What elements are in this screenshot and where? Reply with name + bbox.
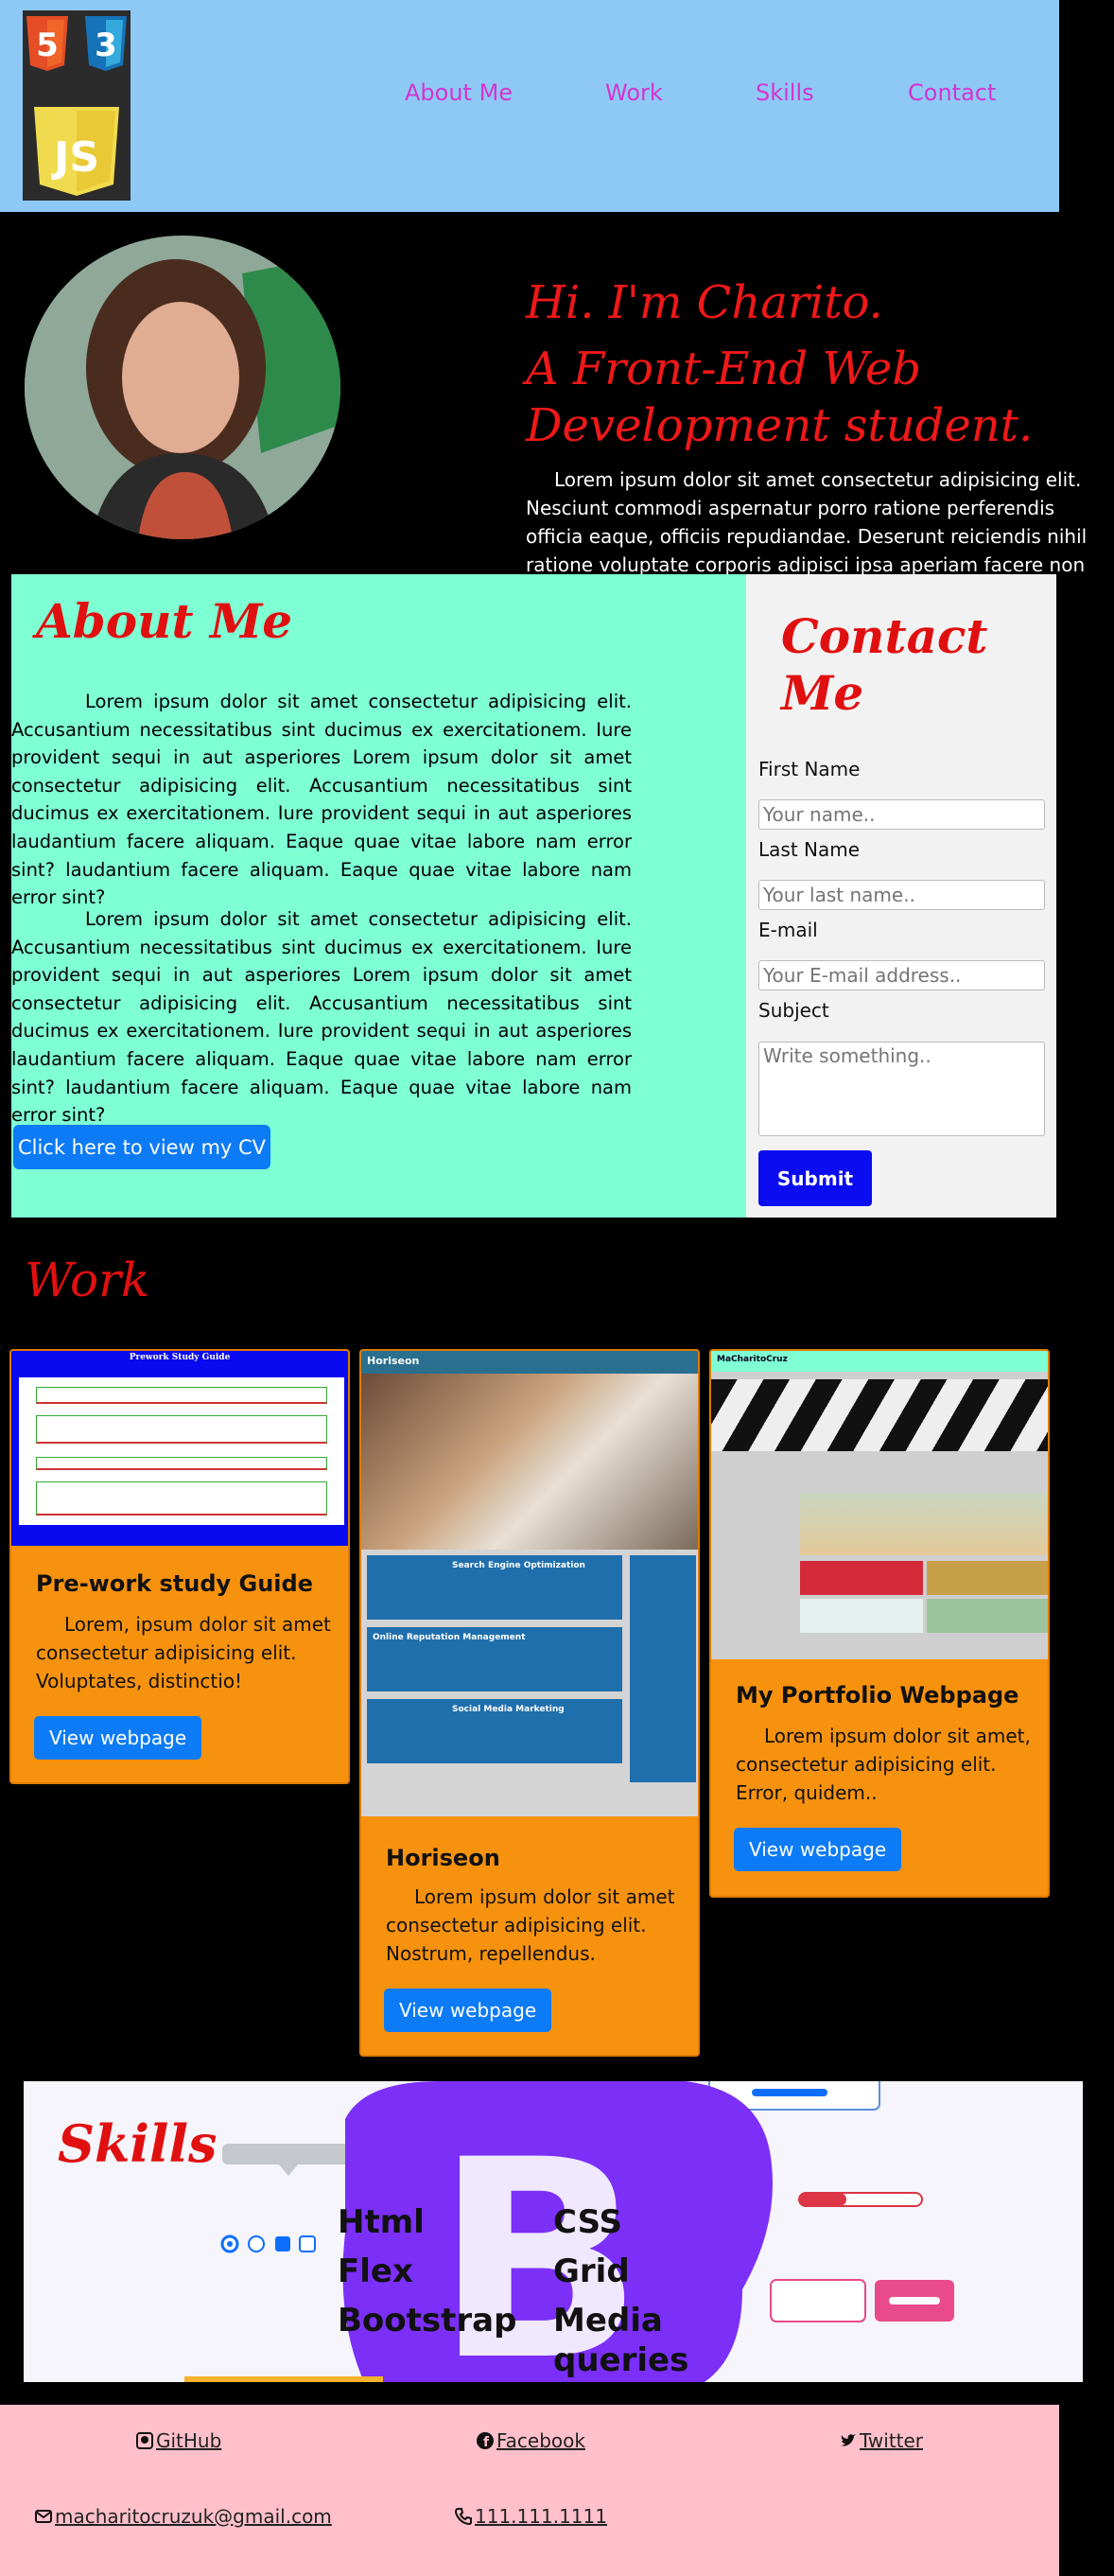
github-link-label: GitHub [156, 2429, 222, 2452]
horiseon-screenshot: Horiseon Search Engine Optimization Onli… [361, 1351, 698, 1816]
twitter-link-label: Twitter [860, 2429, 924, 2452]
work-title: Work [25, 1253, 150, 1307]
svg-text:3: 3 [95, 26, 117, 64]
portfolio-card-text: Lorem ipsum dolor sit amet, consectetur … [736, 1725, 1031, 1804]
twitter-link[interactable]: Twitter [839, 2429, 923, 2452]
horiseon-sidebar [630, 1555, 696, 1782]
nav-work[interactable]: Work [605, 79, 663, 106]
horiseon-smm-block: Social Media Marketing [367, 1699, 622, 1763]
site-header: 5 3 JS About Me Work Skills Contact [0, 0, 1059, 212]
about-title: About Me [36, 593, 293, 649]
prework-screenshot: Prework Study Guide [11, 1351, 348, 1546]
phone-link[interactable]: 111.111.1111 [454, 2505, 607, 2528]
skill-media-queries: Media queries [553, 2302, 689, 2379]
profile-photo-illustration [25, 236, 340, 539]
email-input[interactable] [758, 960, 1045, 990]
hero-role-line1: A Front-End Web [526, 342, 921, 395]
phone-link-label: 111.111.1111 [475, 2505, 607, 2528]
subject-textarea[interactable] [758, 1042, 1045, 1136]
prework-screenshot-body [19, 1377, 344, 1525]
twitter-icon [841, 2434, 856, 2446]
email-link-label: macharitocruzuk@gmail.com [55, 2505, 332, 2528]
prework-screenshot-title: Prework Study Guide [129, 1353, 231, 1362]
facebook-link[interactable]: f Facebook [476, 2429, 585, 2452]
nav-contact[interactable]: Contact [908, 79, 996, 106]
last-name-input[interactable] [758, 880, 1045, 910]
hero-greeting: Hi. I'm Charito. [526, 276, 883, 329]
site-footer: GitHub f Facebook Twitter macharitocruzu… [0, 2405, 1059, 2576]
about-paragraph-1: Lorem ipsum dolor sit amet consectetur a… [11, 691, 632, 909]
svg-text:f: f [483, 2435, 490, 2450]
work-card-portfolio: MaCharitoCruz My Portfolio Webpage Lorem… [709, 1349, 1050, 1898]
github-icon [136, 2432, 153, 2449]
css3-icon: 3 [81, 10, 131, 97]
horiseon-seo-block: Search Engine Optimization [367, 1555, 622, 1620]
contact-form: Contact Me First Name Last Name E-mail S… [746, 574, 1056, 1218]
horiseon-hero-image [361, 1374, 698, 1550]
email-label: E-mail [758, 919, 818, 941]
skill-flex: Flex [338, 2252, 413, 2290]
horiseon-card-title: Horiseon [386, 1845, 500, 1871]
html5-icon: 5 [23, 10, 72, 97]
prework-card-title: Pre-work study Guide [36, 1570, 313, 1597]
about-paragraph-2: Lorem ipsum dolor sit amet consectetur a… [11, 908, 632, 1127]
last-name-label: Last Name [758, 838, 861, 861]
facebook-icon: f [477, 2432, 494, 2450]
prework-view-button[interactable]: View webpage [34, 1716, 202, 1760]
about-section: About Me Lorem ipsum dolor sit amet cons… [11, 574, 746, 1218]
nav-about-me[interactable]: About Me [405, 79, 513, 106]
portfolio-work-image [800, 1493, 1048, 1555]
facebook-link-label: Facebook [496, 2429, 585, 2452]
skills-title: Skills [58, 2113, 218, 2174]
skill-grid: Grid [553, 2252, 630, 2290]
prework-card-text: Lorem, ipsum dolor sit amet consectetur … [36, 1613, 331, 1692]
horiseon-view-button[interactable]: View webpage [384, 1989, 552, 2032]
svg-text:JS: JS [51, 133, 99, 182]
work-card-prework: Prework Study Guide Pre-work study Guide… [9, 1349, 350, 1784]
horiseon-orm-block: Online Reputation Management [367, 1627, 622, 1691]
portfolio-thumb-1 [800, 1561, 923, 1595]
first-name-label: First Name [758, 758, 861, 780]
portfolio-screenshot: MaCharitoCruz [711, 1351, 1048, 1659]
envelope-icon [35, 2510, 52, 2523]
portfolio-card-title: My Portfolio Webpage [736, 1682, 1019, 1709]
profile-photo [25, 236, 340, 539]
portfolio-thumb-4 [927, 1599, 1048, 1633]
hero-role-line2: Development student. [526, 399, 1034, 452]
skills-section: B Skills Html CSS Flex Grid Bootstrap Me… [24, 2081, 1083, 2382]
skill-css: CSS [553, 2203, 623, 2241]
contact-title: Contact Me [781, 608, 988, 721]
skill-html: Html [338, 2203, 425, 2241]
subject-label: Subject [758, 999, 829, 1022]
portfolio-thumb-2 [927, 1561, 1048, 1595]
horiseon-screenshot-header: Horiseon [361, 1351, 698, 1374]
nav-skills[interactable]: Skills [756, 79, 814, 106]
svg-text:5: 5 [36, 26, 59, 64]
phone-icon [454, 2508, 472, 2526]
portfolio-view-button[interactable]: View webpage [734, 1828, 902, 1871]
work-card-horiseon: Horiseon Search Engine Optimization Onli… [359, 1349, 700, 2057]
github-link[interactable]: GitHub [135, 2429, 221, 2452]
javascript-icon: JS [34, 107, 119, 196]
submit-button[interactable]: Submit [758, 1150, 872, 1206]
view-cv-button[interactable]: Click here to view my CV [13, 1125, 270, 1169]
portfolio-thumb-3 [800, 1599, 923, 1633]
html-css-js-logo: 5 3 JS [23, 10, 131, 201]
first-name-input[interactable] [758, 799, 1045, 830]
email-link[interactable]: macharitocruzuk@gmail.com [34, 2505, 332, 2528]
horiseon-card-text: Lorem ipsum dolor sit amet consectetur a… [386, 1885, 675, 1965]
skill-bootstrap: Bootstrap [338, 2302, 517, 2339]
portfolio-banner [711, 1379, 1048, 1451]
portfolio-screenshot-header: MaCharitoCruz [711, 1351, 1048, 1372]
